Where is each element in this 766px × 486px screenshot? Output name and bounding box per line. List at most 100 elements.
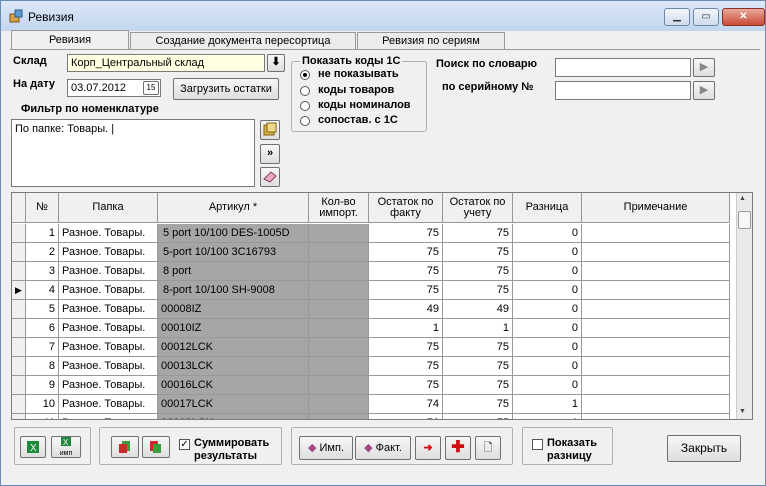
cell-folder[interactable]: Разное. Товары. [59, 281, 158, 300]
row-indicator[interactable] [12, 395, 26, 414]
filter-field[interactable]: По папке: Товары. | [11, 119, 255, 187]
row-indicator[interactable] [12, 357, 26, 376]
cell-article[interactable]: 00013LCK [158, 357, 309, 376]
cell-note[interactable] [582, 262, 730, 281]
cell-actual[interactable]: 75 [369, 243, 443, 262]
cell-folder[interactable]: Разное. Товары. [59, 395, 158, 414]
cell-folder[interactable]: Разное. Товары. [59, 414, 158, 419]
row-indicator[interactable] [12, 224, 26, 243]
cell-actual[interactable]: 75 [369, 281, 443, 300]
cell-article[interactable]: 8-port 10/100 SH-9008 [158, 281, 309, 300]
cell-article[interactable]: 5-port 10/100 3C16793 [158, 243, 309, 262]
cell-number[interactable]: 10 [26, 395, 59, 414]
cell-number[interactable]: 4 [26, 281, 59, 300]
radio-codes-goods[interactable] [300, 86, 310, 96]
cell-folder[interactable]: Разное. Товары. [59, 224, 158, 243]
cell-note[interactable] [582, 357, 730, 376]
cell-article[interactable]: 00012LCK [158, 338, 309, 357]
cell-actual[interactable]: 75 [369, 224, 443, 243]
warehouse-dropdown-button[interactable]: ⬇ [267, 54, 285, 72]
header-note[interactable]: Примечание [582, 193, 730, 223]
cell-note[interactable] [582, 376, 730, 395]
header-actual-balance[interactable]: Остаток по факту [369, 193, 443, 223]
excel-export-button[interactable]: X [20, 436, 46, 458]
scroll-up-icon[interactable]: ▲ [739, 195, 746, 202]
cell-number[interactable]: 5 [26, 300, 59, 319]
cell-note[interactable] [582, 281, 730, 300]
cell-book[interactable]: 75 [443, 224, 513, 243]
cell-book[interactable]: 1 [443, 319, 513, 338]
close-button[interactable]: Закрыть [667, 435, 741, 462]
cell-book[interactable]: 75 [443, 262, 513, 281]
cell-number[interactable]: 1 [26, 224, 59, 243]
cell-article[interactable]: 00019LCK [158, 414, 309, 419]
copy-to-button[interactable] [142, 436, 170, 458]
vertical-scrollbar[interactable]: ▲ ▼ [736, 193, 752, 419]
cell-actual[interactable]: 75 [369, 357, 443, 376]
header-number[interactable]: № [26, 193, 59, 223]
cell-import-qty[interactable] [309, 395, 369, 414]
tab-revision-by-series[interactable]: Ревизия по сериям [357, 32, 505, 50]
import-button[interactable]: ◆ Имп. [299, 436, 353, 460]
header-article[interactable]: Артикул * [158, 193, 309, 223]
dict-search-input[interactable] [555, 58, 691, 77]
radio-codes-nominals[interactable] [300, 101, 310, 111]
cell-folder[interactable]: Разное. Товары. [59, 357, 158, 376]
summarize-checkbox[interactable]: ✓ [179, 439, 190, 450]
cell-difference[interactable]: 0 [513, 319, 582, 338]
cell-article[interactable]: 8 port [158, 262, 309, 281]
cell-article[interactable]: 00010IZ [158, 319, 309, 338]
cell-import-qty[interactable] [309, 357, 369, 376]
cell-number[interactable]: 8 [26, 357, 59, 376]
minimize-button[interactable]: ▁ [664, 8, 690, 26]
cell-book[interactable]: 75 [443, 243, 513, 262]
cell-book[interactable]: 75 [443, 281, 513, 300]
cell-import-qty[interactable] [309, 338, 369, 357]
cell-difference[interactable]: 0 [513, 376, 582, 395]
serial-search-button[interactable]: ▶ [693, 81, 715, 100]
calendar-icon[interactable]: 15 [143, 81, 159, 95]
cell-book[interactable]: 49 [443, 300, 513, 319]
excel-import-button[interactable]: Xимп [51, 436, 81, 458]
cell-actual[interactable]: 75 [369, 376, 443, 395]
cell-book[interactable]: 75 [443, 357, 513, 376]
cell-import-qty[interactable] [309, 281, 369, 300]
cell-import-qty[interactable] [309, 262, 369, 281]
cell-folder[interactable]: Разное. Товары. [59, 319, 158, 338]
cell-article[interactable]: 00016LCK [158, 376, 309, 395]
header-folder[interactable]: Папка [59, 193, 158, 223]
cell-difference[interactable]: 0 [513, 281, 582, 300]
header-import-qty[interactable]: Кол-во импорт. [309, 193, 369, 223]
scroll-down-icon[interactable]: ▼ [739, 408, 746, 415]
radio-codes-compare[interactable] [300, 116, 310, 126]
cell-import-qty[interactable] [309, 414, 369, 419]
cell-difference[interactable]: 0 [513, 300, 582, 319]
move-button[interactable]: ➜ [415, 436, 441, 460]
cell-folder[interactable]: Разное. Товары. [59, 376, 158, 395]
filter-folder-button[interactable] [260, 120, 280, 140]
cell-number[interactable]: 9 [26, 376, 59, 395]
show-diff-checkbox[interactable] [532, 439, 543, 450]
cell-book[interactable]: 75 [443, 338, 513, 357]
fact-button[interactable]: ◆ Факт. [355, 436, 411, 460]
copy-from-button[interactable] [111, 436, 139, 458]
cell-actual[interactable]: 49 [369, 300, 443, 319]
cell-note[interactable] [582, 395, 730, 414]
cell-import-qty[interactable] [309, 300, 369, 319]
row-indicator[interactable] [12, 262, 26, 281]
cell-actual[interactable]: 75 [369, 262, 443, 281]
cell-number[interactable]: 11 [26, 414, 59, 419]
header-difference[interactable]: Разница [513, 193, 582, 223]
cell-difference[interactable]: 0 [513, 224, 582, 243]
dict-search-button[interactable]: ▶ [693, 58, 715, 77]
cell-difference[interactable]: 0 [513, 338, 582, 357]
cell-actual[interactable]: 76 [369, 414, 443, 419]
row-indicator[interactable] [12, 300, 26, 319]
cell-actual[interactable]: 75 [369, 338, 443, 357]
filter-add-button[interactable]: » [260, 144, 280, 164]
add-row-button[interactable]: ✚ [445, 436, 471, 460]
clear-button[interactable]: 🗋 [475, 436, 501, 460]
filter-clear-button[interactable] [260, 167, 280, 187]
cell-number[interactable]: 6 [26, 319, 59, 338]
cell-article[interactable]: 00017LCK [158, 395, 309, 414]
